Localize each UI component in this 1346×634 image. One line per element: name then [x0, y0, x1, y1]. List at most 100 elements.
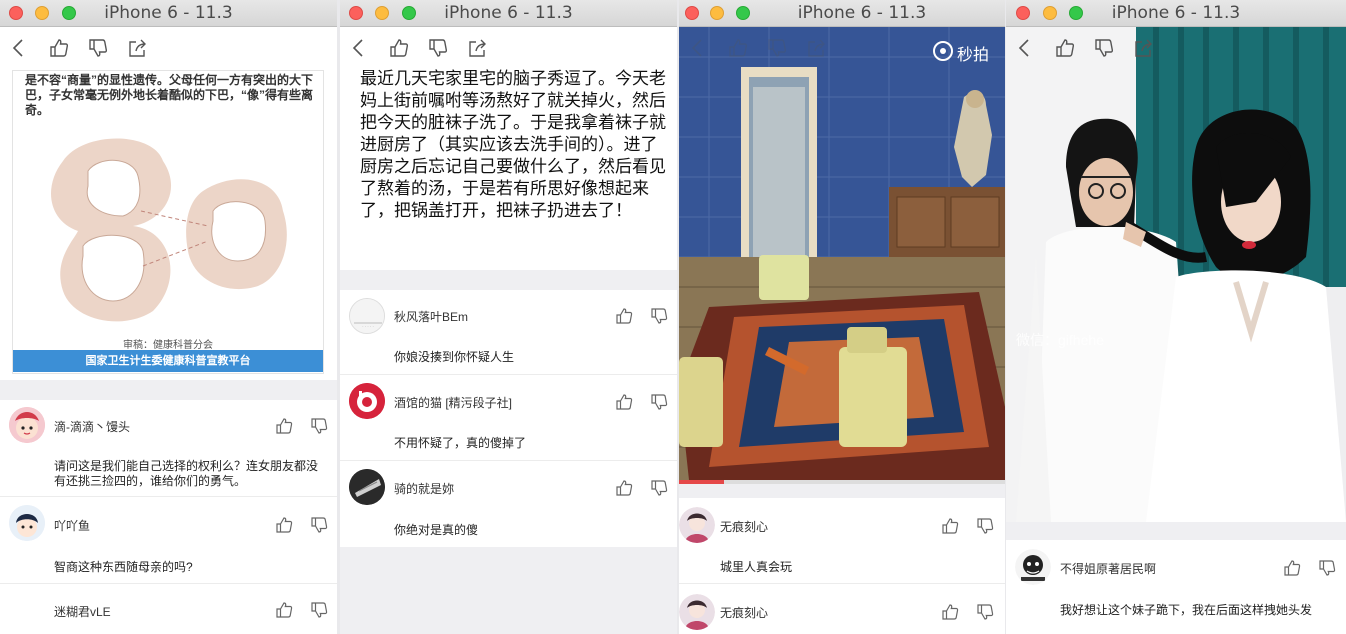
window-titlebar: iPhone 6 - 11.3 — [340, 0, 677, 27]
share-icon[interactable] — [127, 37, 149, 59]
comment-username[interactable]: 吖吖鱼 — [54, 517, 90, 534]
window-title: iPhone 6 - 11.3 — [444, 3, 573, 23]
top-nav-bar — [340, 27, 677, 69]
simulator-window-4: iPhone 6 - 11.3 微信：gifhehe 不得姐原著居民啊 我好想让… — [1006, 0, 1346, 634]
comment-username[interactable]: 骑的就是妳 — [394, 480, 454, 497]
comment-item: 迷糊君vLE — [0, 585, 337, 634]
avatar[interactable] — [1015, 549, 1051, 585]
comment-text: 你娘没揍到你怀疑人生 — [394, 350, 515, 364]
section-divider — [340, 270, 677, 290]
comment-username[interactable]: 不得姐原著居民啊 — [1060, 560, 1156, 577]
back-icon[interactable] — [8, 37, 30, 59]
thumbs-up-icon[interactable] — [615, 478, 635, 498]
comment-item: 无痕刻心 — [679, 585, 1005, 634]
thumbs-up-icon[interactable] — [275, 600, 295, 620]
thumbs-down-icon[interactable] — [766, 37, 788, 63]
comment-text: 城里人真会玩 — [720, 560, 793, 574]
avatar[interactable]: . . . . . — [349, 298, 385, 334]
thumbs-up-icon[interactable] — [48, 37, 70, 59]
thumbs-down-icon[interactable] — [310, 515, 330, 535]
avatar[interactable] — [679, 507, 715, 543]
top-nav-bar — [1006, 27, 1346, 69]
image-banner: 国家卫生计生委健康科普宣教平台 — [13, 350, 323, 372]
thumbs-up-icon[interactable] — [1054, 37, 1076, 59]
avatar[interactable] — [679, 594, 715, 630]
share-icon[interactable] — [1133, 37, 1155, 59]
comment-username[interactable]: 无痕刻心 — [720, 518, 768, 535]
window-titlebar: iPhone 6 - 11.3 — [1006, 0, 1346, 27]
post-gif[interactable]: 微信：gifhehe — [1006, 27, 1346, 522]
comment-username[interactable]: 秋风落叶BEm — [394, 308, 468, 325]
thumbs-up-icon[interactable] — [275, 416, 295, 436]
comment-text: 请问这是我们能自己选择的权利么？连女朋友都没有还挑三捡四的，谁给你们的勇气。 — [54, 459, 319, 488]
comment-item: 无痕刻心 城里人真会玩 — [679, 498, 1005, 584]
comment-text: 你绝对是真的傻 — [394, 523, 479, 537]
thumbs-up-icon[interactable] — [941, 516, 961, 536]
comment-item: 不得姐原著居民啊 我好想让这个妹子跪下，我在后面这样拽她头发 — [1006, 540, 1346, 634]
back-icon[interactable] — [348, 37, 370, 59]
thumbs-down-icon[interactable] — [310, 416, 330, 436]
thumbs-up-icon[interactable] — [727, 37, 749, 63]
comment-text: 不用怀疑了，真的傻掉了 — [394, 436, 527, 450]
image-credit: 审稿：健康科普分会 — [123, 340, 213, 351]
thumbs-up-icon[interactable] — [615, 392, 635, 412]
image-caption: 是不容“商量”的显性遗传。父母任何一方有突出的大下巴，子女常毫无例外地长着酷似的… — [25, 73, 314, 117]
thumbs-down-icon[interactable] — [1318, 558, 1338, 578]
back-icon[interactable] — [687, 37, 709, 63]
post-text: 最近几天宅家里宅的脑子秀逗了。今天老妈上街前嘱咐等汤熬好了就关掉火，然后把今天的… — [360, 69, 666, 221]
gif-scene-image — [1006, 27, 1346, 522]
comment-text: 我好想让这个妹子跪下，我在后面这样拽她头发 — [1060, 603, 1313, 617]
section-divider — [1006, 522, 1346, 540]
simulator-window-1: iPhone 6 - 11.3 是不容“商量”的显性遗传。父母任何一方有突出的大… — [0, 0, 337, 634]
thumbs-down-icon[interactable] — [87, 37, 109, 59]
thumbs-down-icon[interactable] — [310, 600, 330, 620]
comment-item: . . . . . 秋风落叶BEm 你娘没揍到你怀疑人生 — [340, 290, 677, 375]
thumbs-up-icon[interactable] — [1283, 558, 1303, 578]
thumbs-down-icon[interactable] — [427, 37, 449, 59]
thumbs-down-icon[interactable] — [650, 306, 670, 326]
comment-item: 滴-滴滴丶馒头 请问这是我们能自己选择的权利么？连女朋友都没有还挑三捡四的，谁给… — [0, 400, 337, 497]
avatar[interactable] — [349, 383, 385, 419]
comment-item: 酒馆的猫 [精污段子社] 不用怀疑了，真的傻掉了 — [340, 375, 677, 461]
window-title: iPhone 6 - 11.3 — [797, 3, 927, 23]
comment-username[interactable]: 迷糊君vLE — [54, 603, 111, 620]
thumbs-up-icon[interactable] — [615, 306, 635, 326]
game-scene-image — [679, 27, 1005, 480]
window-titlebar: iPhone 6 - 11.3 — [679, 0, 1005, 27]
post-image[interactable]: 是不容“商量”的显性遗传。父母任何一方有突出的大下巴，子女常毫无例外地长着酷似的… — [12, 70, 324, 374]
simulator-window-2: iPhone 6 - 11.3 最近几天宅家里宅的脑子秀逗了。今天老妈上街前嘱咐… — [340, 0, 677, 634]
top-nav-bar-overlay — [679, 27, 1005, 69]
thumbs-up-icon[interactable] — [388, 37, 410, 59]
comment-username[interactable]: 酒馆的猫 [精污段子社] — [394, 394, 512, 411]
thumbs-down-icon[interactable] — [976, 516, 996, 536]
thumbs-down-icon[interactable] — [976, 602, 996, 622]
face-illustration — [51, 138, 287, 322]
comment-username[interactable]: 无痕刻心 — [720, 604, 768, 621]
section-divider — [0, 380, 337, 400]
back-icon[interactable] — [1014, 37, 1036, 59]
empty-area — [340, 547, 677, 634]
avatar[interactable] — [349, 469, 385, 505]
comment-item: 吖吖鱼 智商这种东西随母亲的吗? — [0, 498, 337, 584]
comment-username[interactable]: 滴-滴滴丶馒头 — [54, 418, 130, 435]
thumbs-up-icon[interactable] — [941, 602, 961, 622]
thumbs-down-icon[interactable] — [650, 392, 670, 412]
simulator-window-3: iPhone 6 - 11.3 秒拍 无痕刻心 城里人真会玩 无痕刻心 — [679, 0, 1005, 634]
window-titlebar: iPhone 6 - 11.3 — [0, 0, 337, 27]
gif-watermark: 微信：gifhehe — [1016, 332, 1104, 348]
comment-text: 智商这种东西随母亲的吗? — [54, 560, 193, 574]
thumbs-up-icon[interactable] — [275, 515, 295, 535]
section-divider — [679, 484, 1005, 498]
share-icon[interactable] — [806, 37, 828, 63]
video-player[interactable]: 秒拍 — [679, 27, 1005, 480]
svg-text:. . . . .: . . . . . — [362, 323, 373, 328]
top-nav-bar — [0, 27, 337, 69]
avatar[interactable] — [9, 505, 45, 541]
share-icon[interactable] — [467, 37, 489, 59]
window-title: iPhone 6 - 11.3 — [104, 3, 233, 23]
avatar[interactable] — [9, 407, 45, 443]
window-title: iPhone 6 - 11.3 — [1111, 3, 1241, 23]
thumbs-down-icon[interactable] — [1093, 37, 1115, 59]
thumbs-down-icon[interactable] — [650, 478, 670, 498]
comment-item: 骑的就是妳 你绝对是真的傻 — [340, 461, 677, 547]
